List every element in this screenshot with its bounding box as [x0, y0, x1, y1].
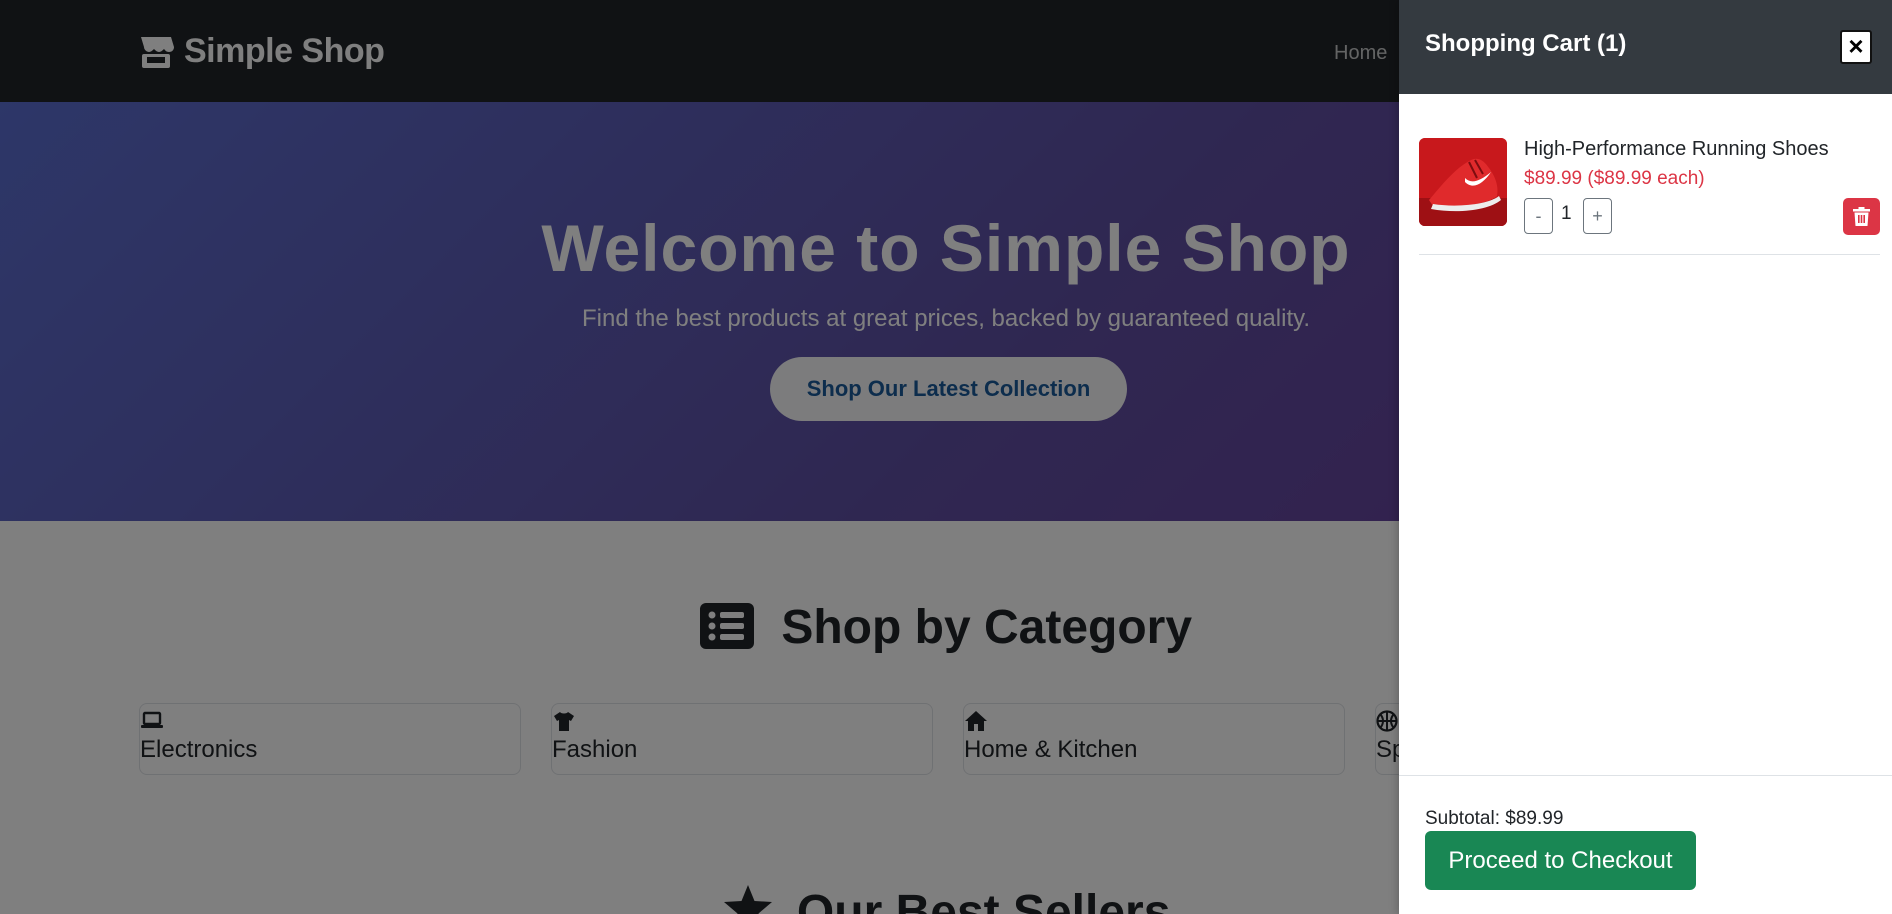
- cart-item-name: High-Performance Running Shoes: [1524, 138, 1829, 160]
- product-thumbnail: [1419, 138, 1507, 226]
- close-cart-button[interactable]: ×: [1840, 30, 1872, 64]
- cart-title: Shopping Cart (1): [1425, 30, 1627, 57]
- cart-footer: Subtotal: $89.99 Proceed to Checkout: [1399, 775, 1892, 914]
- running-shoe-image: [1419, 138, 1507, 226]
- cart-subtotal: Subtotal: $89.99: [1425, 808, 1564, 829]
- decrease-quantity-button[interactable]: -: [1524, 198, 1553, 234]
- checkout-button[interactable]: Proceed to Checkout: [1425, 831, 1696, 890]
- cart-header: Shopping Cart (1) ×: [1399, 0, 1892, 94]
- increase-quantity-button[interactable]: +: [1583, 198, 1612, 234]
- cart-item: High-Performance Running Shoes $89.99 ($…: [1419, 138, 1880, 255]
- quantity-value: 1: [1561, 203, 1572, 224]
- shopping-cart-panel: Shopping Cart (1) × High-Performance Run…: [1399, 0, 1892, 914]
- cart-item-price: $89.99 ($89.99 each): [1524, 168, 1705, 189]
- remove-item-button[interactable]: [1843, 198, 1880, 235]
- trash-icon: [1853, 207, 1870, 226]
